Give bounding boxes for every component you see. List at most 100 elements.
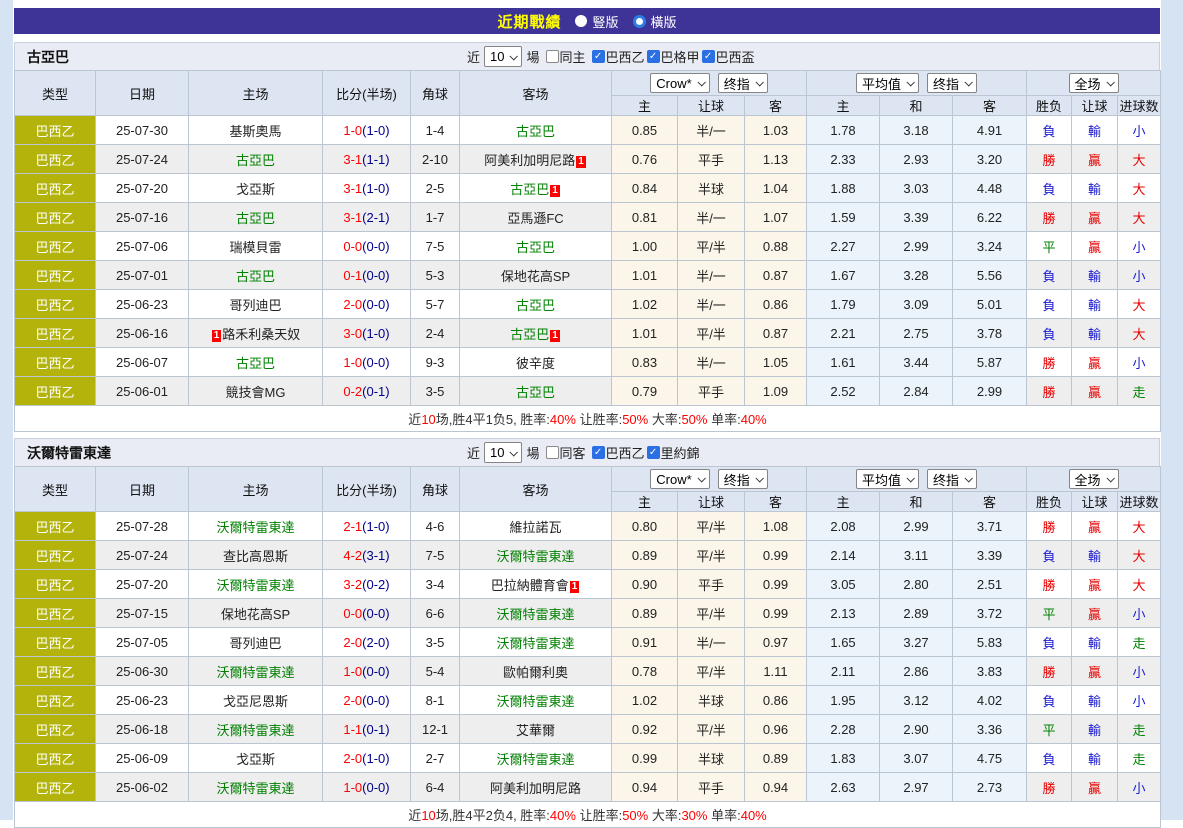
result-goals-cell: 大	[1118, 570, 1161, 599]
match-type-cell: 巴西乙	[15, 203, 96, 232]
fulltime-score: 3-1	[343, 210, 362, 225]
result-goals-cell: 小	[1118, 261, 1161, 290]
result-goals-cell: 大	[1118, 319, 1161, 348]
match-count-select[interactable]: 10	[484, 442, 522, 463]
match-type-cell: 巴西乙	[15, 319, 96, 348]
fulltime-score: 3-0	[343, 326, 362, 341]
summary-segment: 让胜率:	[576, 412, 622, 427]
away-team-name: 古亞巴	[516, 240, 555, 255]
home-team-cell: 沃爾特雷東達	[189, 773, 323, 802]
scope-select[interactable]: 全场	[1069, 73, 1119, 93]
avg-draw-odds-cell: 3.07	[880, 744, 953, 773]
result-goals-cell: 走	[1118, 377, 1161, 406]
match-type-cell: 巴西乙	[15, 541, 96, 570]
subcol-result-goals: 进球数	[1118, 96, 1161, 116]
subcol-odds-away: 客	[745, 492, 807, 512]
away-team-cell: 古亞巴	[460, 116, 612, 145]
corner-cell: 9-3	[411, 348, 460, 377]
injury-badge: 1	[576, 156, 586, 168]
league-filter-checkbox[interactable]: ✓巴格甲	[647, 47, 700, 66]
avg-home-odds-cell: 2.13	[807, 599, 880, 628]
summary-segment: 大率:	[648, 808, 681, 823]
league-filter-checkbox[interactable]: ✓巴西乙	[592, 443, 645, 462]
league-label: 巴西盃	[716, 47, 755, 66]
avg-draw-odds-cell: 2.99	[880, 512, 953, 541]
corner-cell: 6-6	[411, 599, 460, 628]
odds-time-select[interactable]: 终指	[718, 469, 768, 489]
same-venue-checkbox[interactable]: 同主	[546, 47, 586, 66]
away-team-name: 阿美利加明尼路	[490, 781, 581, 796]
match-row: 巴西乙25-07-06瑞模貝雷0-0(0-0)7-5古亞巴1.00平/半0.88…	[15, 232, 1161, 261]
avg-home-odds-cell: 1.67	[807, 261, 880, 290]
league-filter-checkbox[interactable]: ✓里約錦	[647, 443, 700, 462]
home-team-cell: 基斯奧馬	[189, 116, 323, 145]
home-team-name: 路禾利桑天奴	[222, 327, 300, 342]
avg-home-odds-cell: 1.61	[807, 348, 880, 377]
result-goals-cell: 走	[1118, 715, 1161, 744]
league-filter-checkbox[interactable]: ✓巴西乙	[592, 47, 645, 66]
odds-company-select[interactable]: Crow*	[650, 469, 709, 489]
avg-away-odds-cell: 4.75	[953, 744, 1027, 773]
home-team-cell: 古亞巴	[189, 203, 323, 232]
odds-handicap-cell: 平/半	[678, 319, 745, 348]
col-home: 主场	[189, 467, 323, 512]
summary-segment: 近	[408, 808, 421, 823]
result-goals-cell: 小	[1118, 232, 1161, 261]
away-team-cell: 阿美利加明尼路1	[460, 145, 612, 174]
match-date-cell: 25-07-24	[96, 145, 189, 174]
home-team-name: 古亞巴	[236, 153, 275, 168]
away-team-cell: 艾華爾	[460, 715, 612, 744]
match-count-select[interactable]: 10	[484, 46, 522, 67]
match-type-cell: 巴西乙	[15, 174, 96, 203]
match-date-cell: 25-06-30	[96, 657, 189, 686]
fulltime-score: 2-0	[343, 635, 362, 650]
average-time-select[interactable]: 终指	[927, 469, 977, 489]
away-team-name: 艾華爾	[516, 723, 555, 738]
average-time-select[interactable]: 终指	[927, 73, 977, 93]
result-goals-cell: 小	[1118, 348, 1161, 377]
result-goals-cell: 走	[1118, 628, 1161, 657]
matches-table: 类型 日期 主场 比分(半场) 角球 客场 Crow* 终指 平均值	[14, 70, 1161, 432]
odds-away-cell: 0.96	[745, 715, 807, 744]
match-date-cell: 25-07-05	[96, 628, 189, 657]
away-team-name: 歐帕爾利奧	[503, 665, 568, 680]
odds-company-select[interactable]: Crow*	[650, 73, 709, 93]
fulltime-score: 1-0	[343, 355, 362, 370]
odds-handicap-cell: 半球	[678, 686, 745, 715]
chevron-down-icon	[1106, 474, 1114, 482]
home-team-name: 基斯奧馬	[229, 124, 281, 139]
avg-draw-odds-cell: 3.27	[880, 628, 953, 657]
avg-home-odds-cell: 2.28	[807, 715, 880, 744]
odds-handicap-cell: 半球	[678, 744, 745, 773]
result-outcome-cell: 平	[1027, 232, 1072, 261]
average-type-select[interactable]: 平均值	[856, 469, 919, 489]
odds-away-cell: 0.89	[745, 744, 807, 773]
layout-vertical-radio[interactable]: 豎版	[575, 12, 618, 31]
odds-handicap-cell: 平手	[678, 145, 745, 174]
scope-select[interactable]: 全场	[1069, 469, 1119, 489]
summary-segment: 40%	[550, 808, 576, 823]
halftime-score: (1-0)	[362, 326, 389, 341]
layout-horizontal-radio[interactable]: 橫版	[633, 12, 677, 31]
odds-home-cell: 0.90	[612, 570, 678, 599]
odds-time-select[interactable]: 终指	[718, 73, 768, 93]
halftime-score: (1-1)	[362, 152, 389, 167]
odds-handicap-cell: 半/一	[678, 261, 745, 290]
league-filter-checkbox[interactable]: ✓巴西盃	[702, 47, 755, 66]
odds-home-cell: 1.01	[612, 261, 678, 290]
league-label: 里約錦	[661, 443, 700, 462]
subcol-avg-home: 主	[807, 96, 880, 116]
col-type: 类型	[15, 71, 96, 116]
team-name: 沃爾特雷東達	[27, 443, 111, 463]
odds-home-cell: 0.80	[612, 512, 678, 541]
match-row: 巴西乙25-06-23戈亞尼恩斯2-0(0-0)8-1沃爾特雷東達1.02半球0…	[15, 686, 1161, 715]
home-team-name: 戈亞斯	[236, 752, 275, 767]
fulltime-score: 0-2	[343, 384, 362, 399]
average-type-select[interactable]: 平均值	[856, 73, 919, 93]
match-date-cell: 25-07-24	[96, 541, 189, 570]
subcol-result-outcome: 胜负	[1027, 96, 1072, 116]
summary-segment: 10	[421, 808, 435, 823]
same-venue-checkbox[interactable]: 同客	[546, 443, 586, 462]
avg-away-odds-cell: 5.01	[953, 290, 1027, 319]
match-row: 巴西乙25-07-16古亞巴3-1(2-1)1-7亞馬遜FC0.81半/一1.0…	[15, 203, 1161, 232]
